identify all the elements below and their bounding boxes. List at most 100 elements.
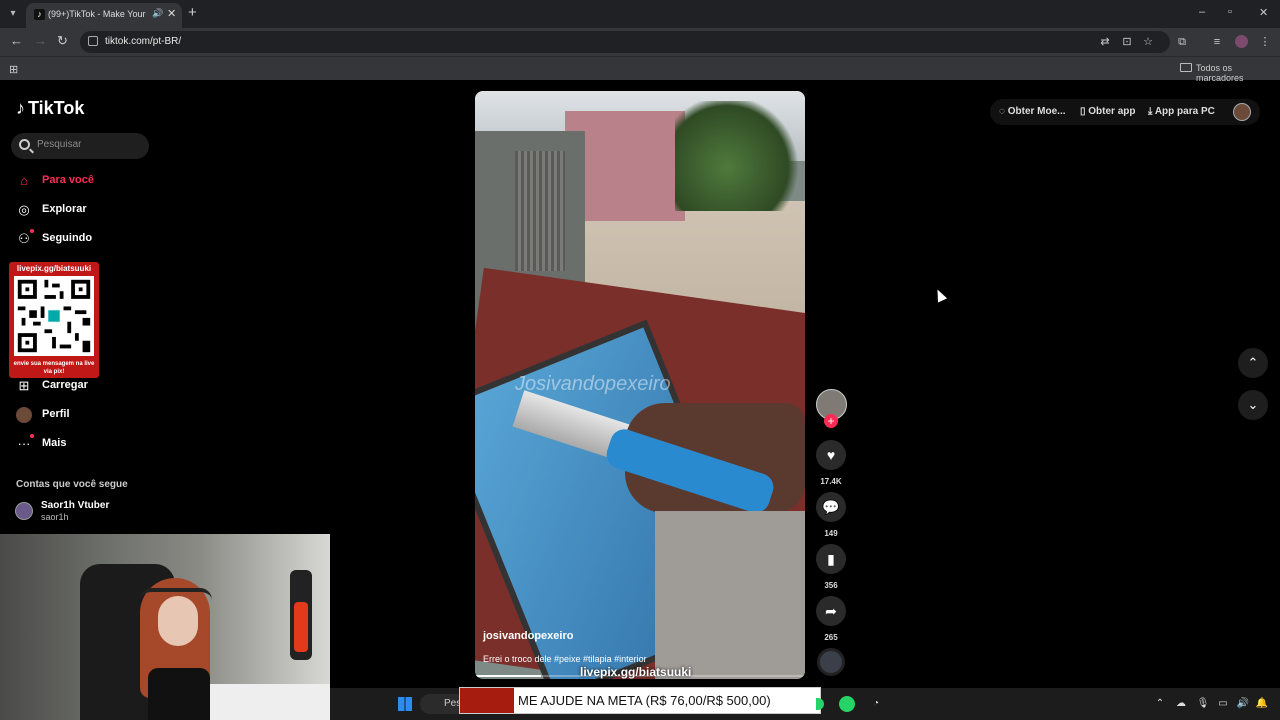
- display-icon[interactable]: ▭: [1216, 698, 1230, 710]
- apps-grid-icon[interactable]: ⊞: [9, 63, 18, 76]
- pc-app-button[interactable]: ⤓ App para PC: [1148, 106, 1215, 117]
- restore-icon[interactable]: ▫: [1228, 6, 1232, 18]
- share-button[interactable]: ➦: [816, 596, 846, 626]
- video-gate: [515, 151, 565, 271]
- streamer: [140, 578, 220, 720]
- get-app-button[interactable]: ▯ Obter app: [1080, 106, 1136, 117]
- account-name[interactable]: Saor1h Vtuber: [41, 500, 109, 511]
- chevron-up-icon: ⌃: [1247, 355, 1259, 370]
- home-icon: ⌂: [20, 173, 28, 188]
- compass-icon: ◎: [18, 202, 30, 217]
- browser-profile-avatar[interactable]: [1235, 35, 1248, 48]
- close-tab-icon[interactable]: ✕: [167, 7, 176, 20]
- microphone-icon[interactable]: 🎙: [1196, 698, 1210, 710]
- media-control-icon[interactable]: ≡: [1210, 35, 1224, 49]
- user-avatar[interactable]: [1233, 103, 1251, 121]
- video-progress-fill: [475, 675, 541, 677]
- qr-bottom-text: envie sua mensagem na live via pix!: [13, 361, 95, 375]
- like-count: 17.4K: [820, 477, 842, 486]
- search-bar[interactable]: [11, 133, 149, 159]
- site-info-icon[interactable]: [88, 36, 98, 46]
- minimize-icon[interactable]: –: [1199, 6, 1205, 18]
- video-player[interactable]: Josivandopexeiro josivandopexeiro Errei …: [475, 91, 805, 679]
- reload-icon[interactable]: ↻: [57, 33, 68, 49]
- comment-button[interactable]: 💬: [816, 492, 846, 522]
- nav-label: Seguindo: [42, 232, 93, 244]
- search-icon: [19, 139, 30, 150]
- qr-code: [14, 276, 94, 356]
- previous-video-button[interactable]: ⌃: [1238, 348, 1268, 378]
- account-handle[interactable]: saor1h: [41, 512, 69, 522]
- upload-icon: ⊞: [18, 378, 30, 393]
- video-author[interactable]: josivandopexeiro: [483, 630, 573, 642]
- tray-overflow-icon[interactable]: ⌃: [1153, 698, 1167, 710]
- following-accounts-title: Contas que você segue: [16, 479, 128, 490]
- bookmark-star-icon[interactable]: ☆: [1141, 35, 1155, 49]
- share-count: 265: [824, 633, 838, 642]
- tiktok-favicon-icon: ♪: [34, 9, 45, 20]
- user-follow-icon: ⚇: [18, 231, 30, 246]
- browser-tab[interactable]: ♪ (99+)TikTok - Make Your Day 🔊 ✕: [26, 3, 182, 28]
- speaker-icon[interactable]: 🔊: [152, 8, 163, 19]
- bookmark-icon: ▮: [827, 551, 835, 567]
- logo-text: TikTok: [28, 98, 85, 118]
- video-plants: [675, 101, 805, 211]
- livepix-url-overlay: livepix.gg/biatsuuki: [580, 665, 692, 679]
- tiktok-note-icon: ♪: [16, 98, 25, 118]
- nav-label: Para você: [42, 174, 94, 186]
- install-app-icon[interactable]: ⊡: [1120, 35, 1134, 49]
- share-icon: ➦: [825, 603, 837, 619]
- search-input[interactable]: [37, 139, 145, 150]
- profile-avatar-icon: [16, 407, 32, 423]
- follow-plus-icon[interactable]: +: [824, 414, 838, 428]
- close-window-icon[interactable]: ✕: [1259, 6, 1268, 19]
- cloud-icon[interactable]: ☁: [1174, 698, 1188, 710]
- mouse-cursor: [932, 287, 948, 303]
- heart-icon: ♥: [826, 447, 836, 463]
- livepix-qr-overlay: livepix.gg/biatsuuki envie sua mensagem …: [9, 262, 99, 378]
- webcam-overlay: [0, 534, 330, 720]
- extensions-icon[interactable]: ⧉: [1175, 35, 1189, 49]
- more-icon: ···: [17, 436, 31, 451]
- url-text[interactable]: tiktok.com/pt-BR/: [105, 36, 181, 47]
- video-cloth: [655, 511, 805, 679]
- omnibox[interactable]: tiktok.com/pt-BR/: [80, 31, 1170, 53]
- browser-menu-icon[interactable]: ⋮: [1258, 35, 1272, 49]
- volume-icon[interactable]: 🔊: [1236, 698, 1250, 710]
- tab-title: (99+)TikTok - Make Your Day: [48, 9, 148, 19]
- app-icon[interactable]: ◔: [869, 698, 883, 710]
- nav-label: Carregar: [42, 379, 88, 391]
- headset: [140, 588, 212, 600]
- get-coins-button[interactable]: ◌ Obter Moe...: [999, 106, 1066, 117]
- windows-start-icon[interactable]: [398, 697, 412, 711]
- notification-dot: [30, 434, 34, 438]
- bookmarks-bar: ⊞ Todos os marcadores: [0, 56, 1280, 83]
- like-button[interactable]: ♥: [816, 440, 846, 470]
- music-disc[interactable]: [817, 648, 845, 676]
- comment-count: 149: [824, 529, 838, 538]
- donation-goal-text: ME AJUDE NA META (R$ 76,00/R$ 500,00): [518, 693, 771, 708]
- browser-tab-bar: ▾ ♪ (99+)TikTok - Make Your Day 🔊 ✕ + – …: [0, 0, 1280, 28]
- qr-top-text: livepix.gg/biatsuuki: [16, 264, 92, 273]
- forward-icon[interactable]: →: [34, 33, 47, 48]
- back-icon[interactable]: ←: [10, 33, 23, 48]
- video-caption[interactable]: Errei o troco dele #peixe #tilapia #inte…: [483, 654, 647, 664]
- next-video-button[interactable]: ⌄: [1238, 390, 1268, 420]
- donation-goal-bar: ME AJUDE NA META (R$ 76,00/R$ 500,00): [459, 687, 821, 714]
- whatsapp-icon[interactable]: [839, 696, 855, 712]
- account-avatar[interactable]: [15, 502, 33, 520]
- notifications-icon[interactable]: 🔔: [1255, 698, 1269, 710]
- tiktok-logo[interactable]: ♪ TikTok: [16, 98, 84, 119]
- new-tab-button[interactable]: +: [188, 4, 197, 21]
- all-bookmarks-link[interactable]: Todos os marcadores: [1196, 63, 1280, 83]
- nav-label: Perfil: [42, 408, 70, 420]
- streamer-face: [158, 596, 198, 646]
- donation-goal-progress: [460, 688, 514, 713]
- folder-icon[interactable]: [1180, 63, 1192, 72]
- translate-icon[interactable]: ⇄: [1098, 35, 1112, 49]
- notification-dot: [30, 229, 34, 233]
- comment-icon: 💬: [822, 499, 840, 515]
- save-button[interactable]: ▮: [816, 544, 846, 574]
- video-watermark: Josivandopexeiro: [515, 373, 671, 395]
- tab-search-button[interactable]: ▾: [4, 6, 22, 22]
